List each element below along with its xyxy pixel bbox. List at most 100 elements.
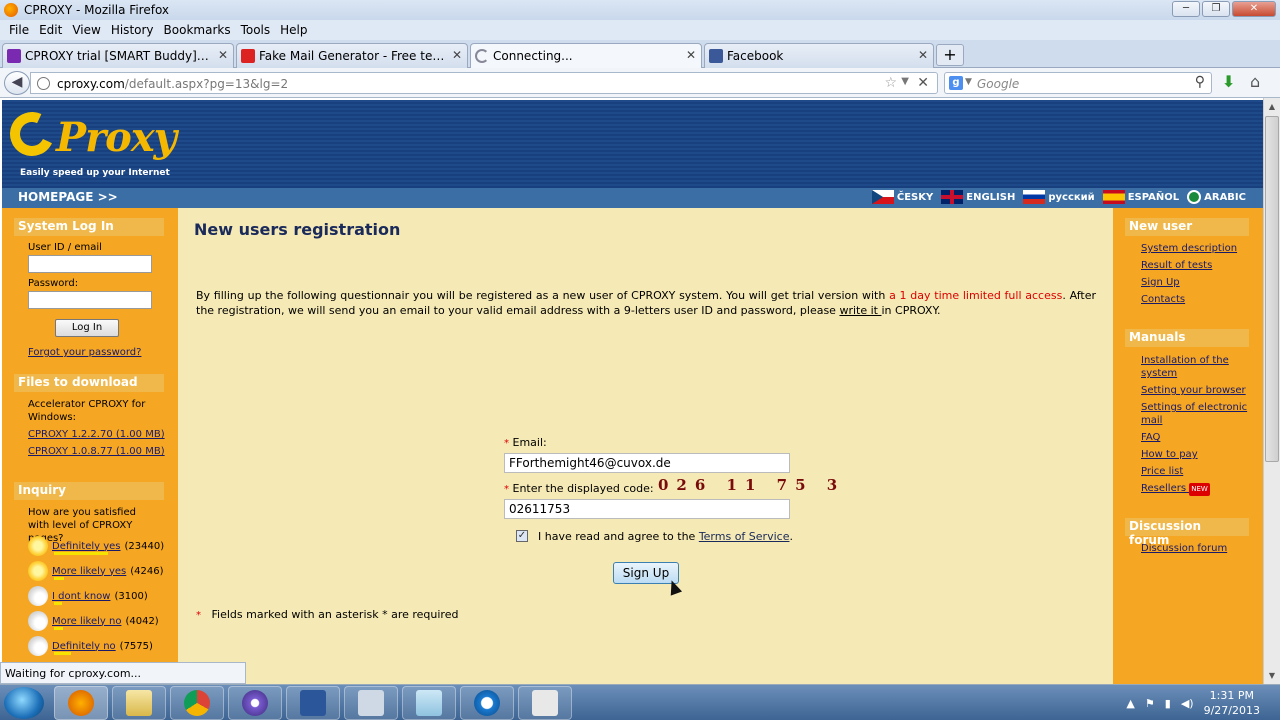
url-bar[interactable]: cproxy.com/default.aspx?pg=13&lg=2 ☆ ▼ ✕ — [30, 72, 938, 94]
menu-edit[interactable]: Edit — [34, 20, 67, 40]
agree-checkbox[interactable]: ✓ — [516, 530, 528, 542]
download-icon[interactable]: ⬇ — [1222, 72, 1235, 91]
sign-up-link[interactable]: Sign Up — [1141, 276, 1253, 289]
price-list-link[interactable]: Price list — [1141, 465, 1253, 478]
vote-option[interactable]: Definitely no (7575) — [28, 636, 153, 656]
browser-settings-link[interactable]: Setting your browser — [1141, 384, 1253, 397]
user-id-input[interactable] — [28, 255, 152, 273]
taskbar-keyboard[interactable] — [518, 686, 572, 720]
tab-fake-mail[interactable]: Fake Mail Generator - Free temporary... … — [236, 43, 468, 68]
maximize-button[interactable]: ❐ — [1202, 1, 1230, 17]
email-field[interactable] — [504, 453, 790, 473]
tray-arrow-icon[interactable]: ▲ — [1126, 697, 1134, 710]
vote-option[interactable]: More likely no (4042) — [28, 611, 159, 631]
close-tab-icon[interactable]: ✕ — [686, 48, 696, 62]
taskbar-explorer[interactable] — [112, 686, 166, 720]
taskbar-cproxy[interactable] — [460, 686, 514, 720]
home-icon[interactable]: ⌂ — [1250, 72, 1260, 91]
web-page: Proxy Easily speed up your Internet HOME… — [0, 98, 1263, 684]
scroll-down-icon[interactable]: ▼ — [1264, 667, 1280, 684]
tab-facebook[interactable]: Facebook ✕ — [704, 43, 934, 68]
result-of-tests-link[interactable]: Result of tests — [1141, 259, 1253, 272]
captcha-code-field[interactable] — [504, 499, 790, 519]
discussion-forum-link[interactable]: Discussion forum — [1141, 542, 1253, 555]
vertical-scrollbar[interactable]: ▲ ▼ — [1263, 98, 1280, 684]
storm-icon — [28, 636, 48, 656]
vote-bar — [54, 552, 108, 555]
manuals-heading: Manuals — [1125, 329, 1249, 347]
app-icon — [358, 690, 384, 716]
close-window-button[interactable]: ✕ — [1232, 1, 1276, 17]
cproxy-logo-icon — [3, 105, 61, 163]
taskbar-chrome[interactable] — [170, 686, 224, 720]
close-tab-icon[interactable]: ✕ — [918, 48, 928, 62]
back-button[interactable]: ◀ — [4, 71, 30, 95]
sun-icon — [28, 536, 48, 556]
lang-arabic[interactable]: ARABIC — [1187, 190, 1246, 204]
facebook-icon — [709, 49, 723, 63]
tab-connecting[interactable]: Connecting... ✕ — [470, 43, 702, 68]
keyboard-icon — [532, 690, 558, 716]
vote-option[interactable]: I dont know (3100) — [28, 586, 148, 606]
inquiry-heading: Inquiry — [14, 482, 164, 500]
flag-icon[interactable]: ⚑ — [1145, 697, 1155, 710]
search-engine-dropdown-icon[interactable]: ▼ — [965, 77, 972, 87]
contacts-link[interactable]: Contacts — [1141, 293, 1253, 306]
login-button[interactable]: Log In — [55, 319, 119, 337]
url-text: cproxy.com/default.aspx?pg=13&lg=2 — [57, 77, 289, 91]
menu-tools[interactable]: Tools — [236, 20, 276, 40]
firefox-icon — [4, 3, 18, 17]
search-icon[interactable]: ⚲ — [1195, 74, 1205, 90]
file-link-1[interactable]: CPROXY 1.2.2.70 (1.00 MB) — [28, 429, 165, 440]
terms-link[interactable]: Terms of Service — [699, 530, 790, 543]
chrome-icon — [184, 690, 210, 716]
search-input[interactable]: g ▼ Google ⚲ — [944, 72, 1212, 94]
russia-flag-icon — [1023, 190, 1046, 204]
tab-cproxy-trial[interactable]: CPROXY trial [SMART Buddy] with D... ✕ — [2, 43, 234, 68]
stop-icon[interactable]: ✕ — [917, 75, 929, 91]
resellers-link[interactable]: Resellers NEW — [1141, 482, 1253, 496]
taskbar-word[interactable] — [286, 686, 340, 720]
close-tab-icon[interactable]: ✕ — [452, 48, 462, 62]
system-description-link[interactable]: System description — [1141, 242, 1253, 255]
vote-option[interactable]: More likely yes (4246) — [28, 561, 164, 581]
volume-icon[interactable]: ◀) — [1181, 697, 1194, 710]
installation-link[interactable]: Installation of the system — [1141, 354, 1253, 380]
taskbar-torrent[interactable] — [228, 686, 282, 720]
taskbar-notes[interactable] — [402, 686, 456, 720]
email-settings-link[interactable]: Settings of electronic mail — [1141, 401, 1253, 427]
login-heading: System Log In — [14, 218, 164, 236]
scroll-thumb[interactable] — [1265, 116, 1279, 462]
start-button[interactable] — [4, 687, 44, 719]
scroll-up-icon[interactable]: ▲ — [1264, 98, 1280, 115]
bookmark-star-icon[interactable]: ☆ — [884, 75, 897, 91]
menu-file[interactable]: File — [4, 20, 34, 40]
minimize-button[interactable]: ─ — [1172, 1, 1200, 17]
lang-russian[interactable]: русский — [1023, 190, 1095, 204]
close-tab-icon[interactable]: ✕ — [218, 48, 228, 62]
menu-help[interactable]: Help — [275, 20, 312, 40]
menu-bookmarks[interactable]: Bookmarks — [159, 20, 236, 40]
lang-czech[interactable]: ČESKY — [871, 190, 933, 204]
site-subbar: HOMEPAGE >> ČESKY ENGLISH русский ESPAÑO… — [2, 188, 1263, 208]
file-link-2[interactable]: CPROXY 1.0.8.77 (1.00 MB) — [28, 446, 165, 457]
network-icon[interactable]: ▮ — [1165, 697, 1171, 710]
lang-spanish[interactable]: ESPAÑOL — [1102, 190, 1179, 204]
lang-english[interactable]: ENGLISH — [941, 190, 1015, 204]
menu-view[interactable]: View — [67, 20, 105, 40]
taskbar-app[interactable] — [344, 686, 398, 720]
password-input[interactable] — [28, 291, 152, 309]
write-it-link[interactable]: write it — [839, 304, 881, 317]
user-id-label: User ID / email — [28, 242, 102, 253]
menu-history[interactable]: History — [106, 20, 159, 40]
faq-link[interactable]: FAQ — [1141, 431, 1253, 444]
google-icon[interactable]: g — [949, 76, 963, 90]
new-tab-button[interactable]: + — [936, 44, 964, 66]
history-dropdown-icon[interactable]: ▼ — [901, 76, 909, 87]
vote-option[interactable]: Definitely yes (23440) — [28, 536, 164, 556]
forgot-password-link[interactable]: Forgot your password? — [28, 347, 141, 358]
taskbar-firefox[interactable] — [54, 686, 108, 720]
clock[interactable]: 1:31 PM 9/27/2013 — [1204, 688, 1260, 718]
how-to-pay-link[interactable]: How to pay — [1141, 448, 1253, 461]
homepage-link[interactable]: HOMEPAGE >> — [18, 190, 118, 204]
